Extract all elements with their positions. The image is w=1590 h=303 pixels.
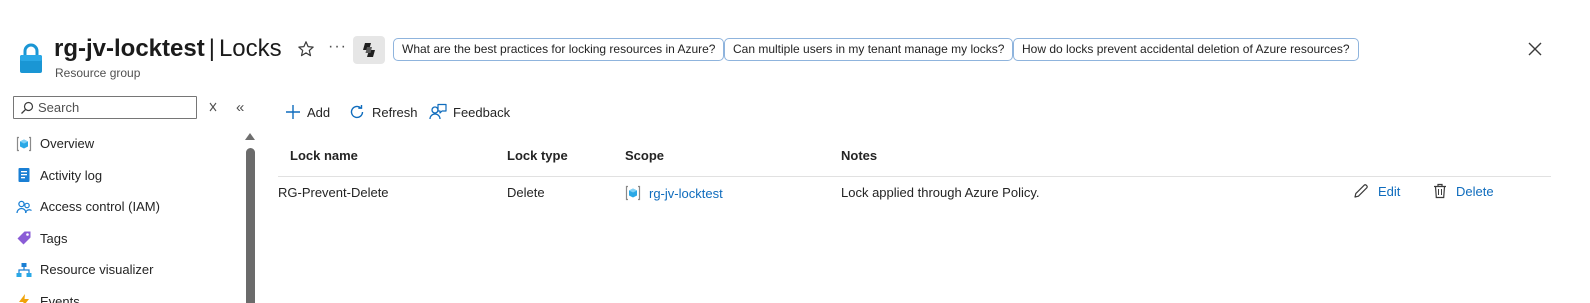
- suggestion-chip-multiple-users[interactable]: Can multiple users in my tenant manage m…: [724, 38, 1014, 61]
- header-divider: [278, 176, 1551, 177]
- refresh-icon: [350, 105, 364, 119]
- clear-filter-icon[interactable]: [207, 101, 219, 113]
- resource-name: rg-jv-locktest: [54, 35, 205, 62]
- edit-label: Edit: [1378, 183, 1401, 199]
- add-button[interactable]: Add: [285, 101, 330, 123]
- tag-icon: [16, 230, 32, 246]
- refresh-button[interactable]: Refresh: [348, 101, 418, 123]
- trash-icon: [1434, 183, 1446, 199]
- sidebar-scrollbar-thumb[interactable]: [246, 148, 255, 303]
- more-options-button[interactable]: ···: [328, 38, 347, 56]
- edit-pencil-icon: [1354, 184, 1368, 198]
- sidebar-item-tags[interactable]: Tags: [16, 223, 236, 255]
- feedback-label: Feedback: [453, 104, 511, 120]
- sidebar-item-label: Activity log: [40, 167, 103, 183]
- sidebar-item-label: Resource visualizer: [40, 262, 154, 278]
- column-header-lock-type[interactable]: Lock type: [507, 148, 568, 163]
- suggestion-chip-prevent-deletion[interactable]: How do locks prevent accidental deletion…: [1013, 38, 1359, 61]
- title-separator: |: [208, 35, 215, 62]
- sidebar-item-resource-visualizer[interactable]: Resource visualizer: [16, 254, 236, 286]
- copilot-button[interactable]: [353, 36, 385, 64]
- feedback-button[interactable]: Feedback: [429, 101, 510, 123]
- sidebar-item-label: Tags: [40, 230, 68, 246]
- people-icon: [16, 199, 32, 215]
- close-icon[interactable]: [1527, 41, 1543, 57]
- refresh-label: Refresh: [372, 104, 418, 120]
- sidebar-item-overview[interactable]: Overview: [16, 128, 236, 160]
- column-header-lock-name[interactable]: Lock name: [290, 148, 358, 163]
- scope-cell[interactable]: rg-jv-locktest: [625, 185, 723, 201]
- delete-label: Delete: [1456, 183, 1494, 199]
- resource-group-icon: [625, 185, 641, 201]
- sidebar-item-label: Events: [40, 293, 80, 303]
- blade-name: Locks: [218, 35, 282, 62]
- page-subtitle: Resource group: [55, 66, 141, 80]
- feedback-icon: [429, 103, 447, 120]
- page-title: rg-jv-locktest | Locks: [54, 34, 282, 64]
- lightning-icon: [16, 293, 32, 303]
- lock-icon: [20, 43, 42, 73]
- delete-button[interactable]: Delete: [1433, 183, 1494, 199]
- search-icon: [21, 101, 34, 114]
- favorite-star-icon[interactable]: [297, 40, 315, 58]
- suggestion-chip-best-practices[interactable]: What are the best practices for locking …: [393, 38, 725, 61]
- column-header-notes[interactable]: Notes: [841, 148, 877, 163]
- activity-log-icon: [16, 167, 32, 183]
- sidebar-item-label: Access control (IAM): [40, 199, 160, 215]
- notes-cell: Lock applied through Azure Policy.: [841, 185, 1040, 200]
- sidebar-item-events[interactable]: Events: [16, 286, 236, 303]
- sidebar-nav: Overview Activity log Access control (IA…: [16, 128, 236, 303]
- plus-icon: [286, 105, 300, 119]
- lock-type-cell: Delete: [507, 185, 545, 200]
- edit-button[interactable]: Edit: [1353, 183, 1400, 199]
- sidebar-item-activity-log[interactable]: Activity log: [16, 160, 236, 192]
- scope-link[interactable]: rg-jv-locktest: [649, 186, 723, 201]
- search-input[interactable]: [38, 100, 188, 115]
- collapse-sidebar-button[interactable]: «: [236, 99, 244, 116]
- copilot-icon: [363, 43, 375, 57]
- hierarchy-icon: [16, 262, 32, 278]
- scroll-up-arrow[interactable]: [245, 133, 255, 140]
- column-header-scope[interactable]: Scope: [625, 148, 664, 163]
- sidebar-item-label: Overview: [40, 136, 95, 152]
- resource-group-icon: [16, 136, 32, 152]
- lock-name-cell: RG-Prevent-Delete: [278, 185, 389, 200]
- sidebar-item-access-control[interactable]: Access control (IAM): [16, 191, 236, 223]
- sidebar-search-box[interactable]: [13, 96, 197, 119]
- add-label: Add: [307, 104, 331, 120]
